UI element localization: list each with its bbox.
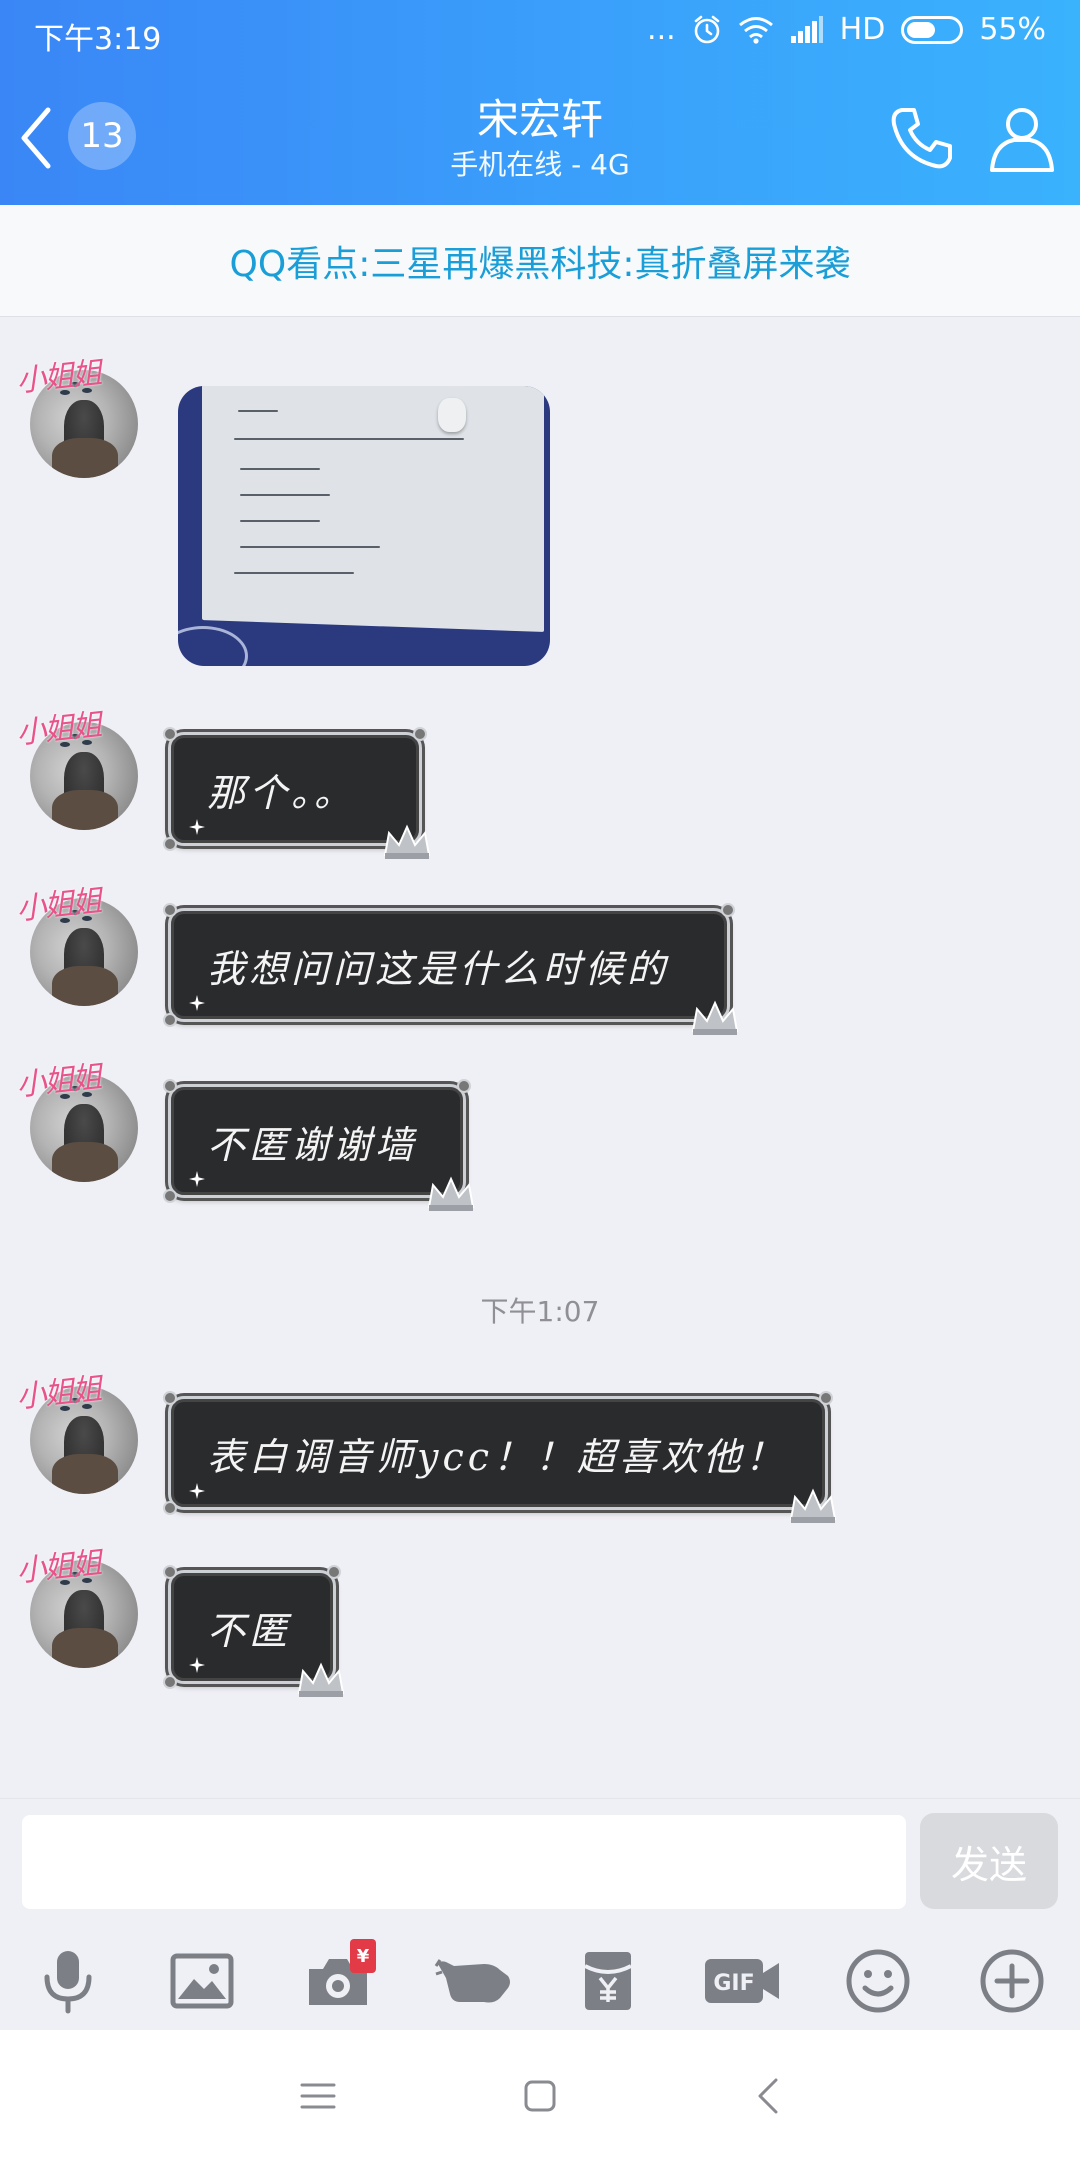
poke-hand-icon — [434, 1959, 510, 2003]
avatar-tag: 小姐姐 — [14, 883, 102, 928]
emoji-button[interactable] — [836, 1939, 920, 2023]
message-bubble[interactable]: 我想问问这是什么时候的 — [163, 903, 739, 1035]
status-time: 下午3:19 — [34, 22, 162, 57]
message-bubble[interactable]: 表白调音师ycc！！超喜欢他！ — [163, 1391, 837, 1523]
nav-bar: 13 宋宏轩 手机在线 - 4G — [0, 70, 1080, 205]
chat-header: 下午3:19 ... HD 55% 13 宋宏轩 手机在线 - 4G — [0, 0, 1080, 205]
signal-icon — [790, 15, 823, 43]
crown-icon — [691, 1000, 739, 1035]
sender-avatar[interactable]: 小姐姐 — [15, 880, 144, 1010]
battery-icon — [901, 15, 964, 44]
phone-icon — [891, 108, 952, 169]
message-text: 不匿谢谢墙 — [207, 1122, 418, 1167]
message-text: 我想问问这是什么时候的 — [207, 946, 670, 991]
time-separator: 下午1:07 — [480, 1295, 600, 1328]
message-input[interactable] — [22, 1815, 906, 1909]
emoji-icon — [846, 1949, 910, 2013]
more-button[interactable] — [970, 1939, 1054, 2023]
news-banner-text: QQ看点:三星再爆黑科技:真折叠屏来袭 — [229, 243, 851, 285]
message-bubble[interactable]: 不匿 — [163, 1565, 345, 1697]
sender-avatar[interactable]: 小姐姐 — [15, 1542, 144, 1672]
home-button[interactable] — [510, 2066, 570, 2126]
alarm-icon — [694, 15, 719, 43]
sender-avatar[interactable]: 小姐姐 — [15, 1056, 144, 1186]
message-text: 那个。。 — [207, 770, 357, 815]
send-button[interactable]: 发送 — [920, 1813, 1058, 1909]
red-packet-icon — [584, 1952, 632, 2010]
crown-icon — [383, 824, 431, 859]
more-dots: ... — [647, 12, 676, 47]
gif-label: GIF — [713, 1971, 754, 1996]
camera-button[interactable]: ¥ — [296, 1939, 380, 2023]
input-area: 发送 ¥ GIF — [0, 1798, 1080, 2030]
camera-redpacket-badge: ¥ — [350, 1939, 376, 1973]
input-toolbar: ¥ GIF — [0, 1939, 1080, 2023]
message-bubble[interactable]: 那个。。 — [163, 727, 431, 859]
sender-avatar[interactable]: 小姐姐 — [15, 352, 144, 482]
avatar-tag: 小姐姐 — [14, 1371, 102, 1416]
menu-icon — [300, 2083, 336, 2109]
avatar-tag: 小姐姐 — [14, 1545, 102, 1590]
chevron-left-icon — [758, 2078, 778, 2114]
home-square-icon — [524, 2080, 556, 2112]
image-button[interactable] — [160, 1939, 244, 2023]
avatar-tag: 小姐姐 — [14, 355, 102, 400]
avatar-tag: 小姐姐 — [14, 1059, 102, 1104]
image-message[interactable] — [178, 386, 550, 666]
message-text: 表白调音师ycc！！超喜欢他！ — [207, 1434, 788, 1479]
microphone-icon — [44, 1951, 92, 2014]
profile-button[interactable] — [984, 100, 1060, 176]
message-bubble[interactable]: 不匿谢谢墙 — [163, 1079, 475, 1211]
gif-button[interactable]: GIF — [700, 1939, 784, 2023]
battery-percent: 55% — [979, 12, 1046, 47]
message-text: 不匿 — [207, 1608, 292, 1653]
image-icon — [170, 1953, 234, 2009]
crown-icon — [427, 1176, 475, 1211]
system-back-button[interactable] — [738, 2066, 798, 2126]
avatar-tag: 小姐姐 — [14, 707, 102, 752]
crown-icon — [297, 1662, 345, 1697]
profile-icon — [990, 108, 1054, 172]
crown-icon — [789, 1488, 837, 1523]
menu-button[interactable] — [288, 2066, 348, 2126]
news-banner[interactable]: QQ看点:三星再爆黑科技:真折叠屏来袭 — [0, 205, 1080, 317]
sender-avatar[interactable]: 小姐姐 — [15, 1368, 144, 1498]
red-packet-button[interactable] — [566, 1939, 650, 2023]
status-icons: ... HD 55% — [647, 12, 1046, 47]
voice-call-button[interactable] — [886, 102, 958, 174]
plus-icon — [980, 1949, 1044, 2013]
sender-avatar[interactable]: 小姐姐 — [15, 704, 144, 834]
status-bar: 下午3:19 ... HD 55% — [0, 0, 1080, 66]
voice-input-button[interactable] — [26, 1939, 110, 2023]
gif-camera-icon: GIF — [705, 1959, 779, 2003]
wifi-icon — [738, 16, 773, 44]
system-nav-bar — [0, 2030, 1080, 2160]
poke-button[interactable] — [432, 1939, 516, 2023]
network-type: HD — [839, 12, 886, 47]
